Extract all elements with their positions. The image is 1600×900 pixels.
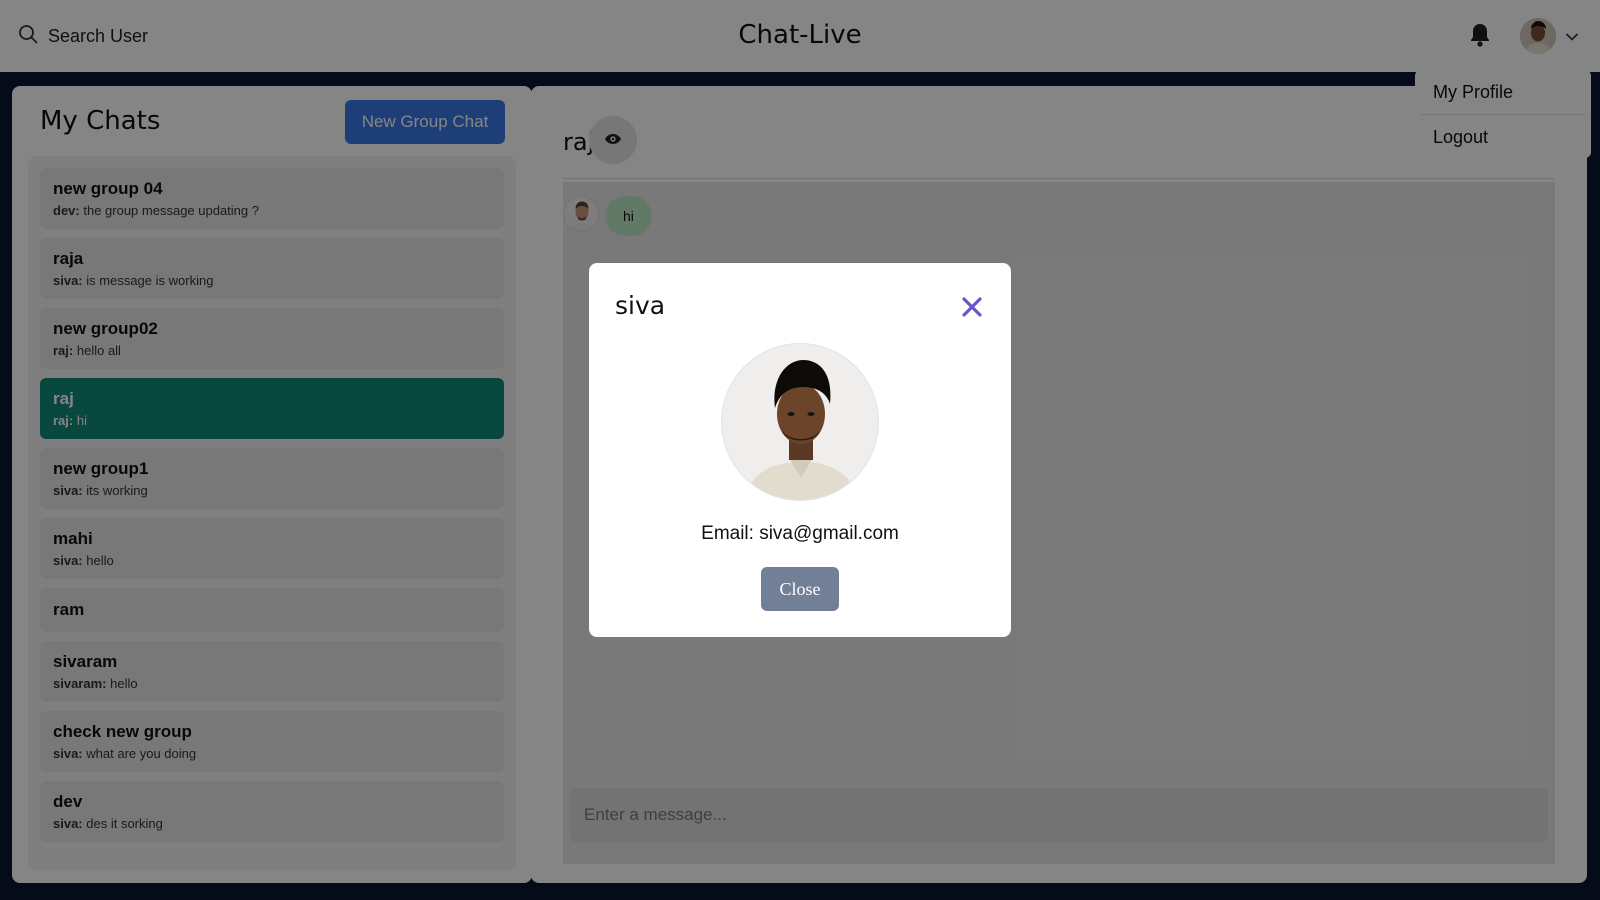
close-icon[interactable] — [960, 295, 984, 319]
close-button[interactable]: Close — [761, 567, 839, 611]
profile-picture — [721, 343, 879, 501]
profile-email: Email: siva@gmail.com — [701, 523, 899, 544]
profile-modal: siva Email: siva@gmail.com Close — [589, 263, 1011, 637]
modal-title: siva — [615, 291, 666, 320]
